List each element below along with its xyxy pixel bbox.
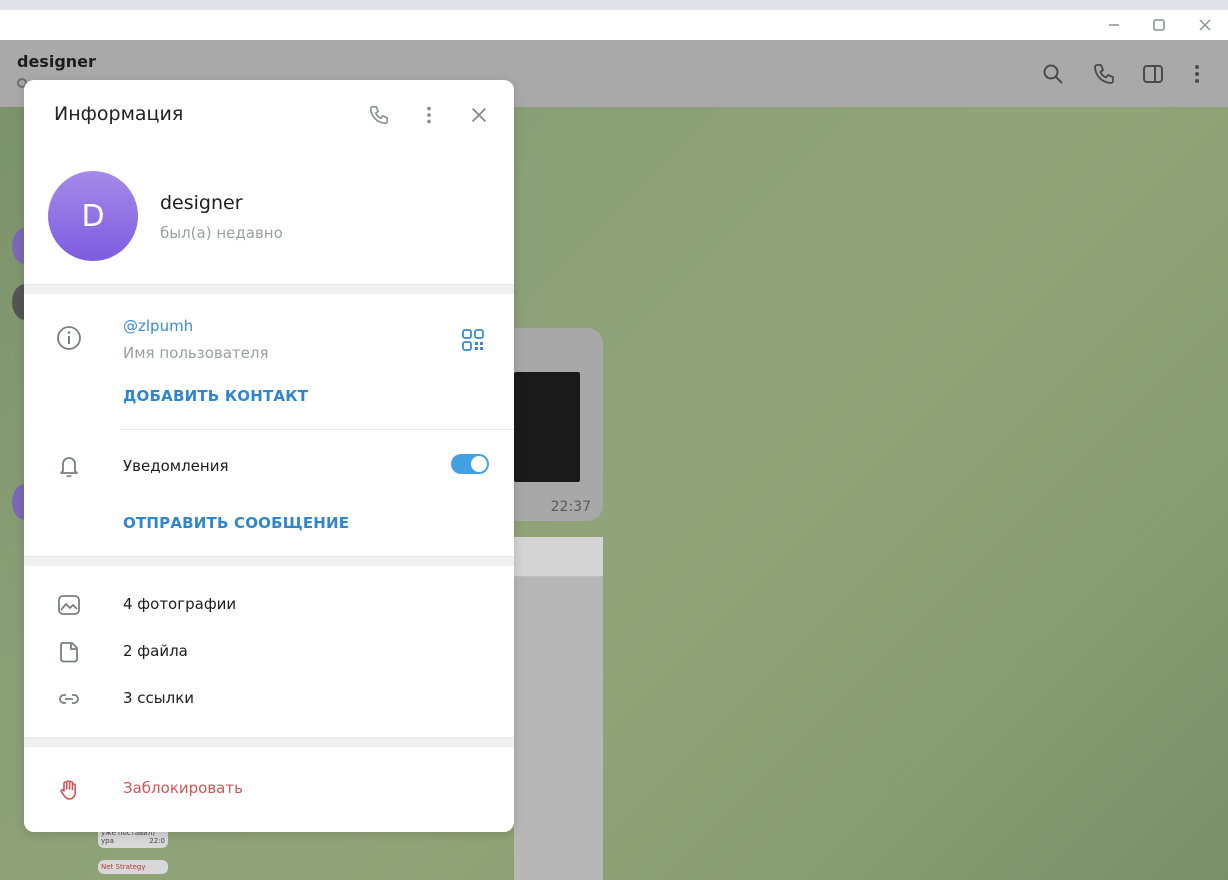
message-time: 22:37 bbox=[550, 499, 591, 515]
qr-code-icon[interactable] bbox=[460, 327, 486, 353]
profile-status: был(а) недавно bbox=[160, 224, 283, 242]
media-files-item[interactable]: 2 файла bbox=[123, 642, 188, 660]
system-strip bbox=[0, 0, 1228, 10]
notifications-toggle[interactable] bbox=[451, 454, 489, 474]
toggle-knob bbox=[471, 456, 487, 472]
link-icon bbox=[54, 684, 84, 714]
profile-name: designer bbox=[160, 192, 243, 214]
close-icon[interactable] bbox=[465, 101, 493, 129]
section-divider bbox=[24, 284, 514, 294]
username-label: Имя пользователя bbox=[123, 344, 269, 362]
media-links-item[interactable]: 3 ссылки bbox=[123, 689, 194, 707]
minimize-button[interactable] bbox=[1103, 14, 1125, 36]
close-window-button[interactable] bbox=[1194, 14, 1216, 36]
embedded-screenshot bbox=[514, 537, 603, 880]
call-icon[interactable] bbox=[365, 101, 393, 129]
send-message-button[interactable]: ОТПРАВИТЬ СООБЩЕНИЕ bbox=[123, 514, 349, 532]
chat-title[interactable]: designer bbox=[17, 52, 96, 71]
info-icon bbox=[54, 323, 84, 353]
section-divider bbox=[24, 556, 514, 566]
message-image[interactable] bbox=[514, 372, 580, 482]
add-contact-button[interactable]: ДОБАВИТЬ КОНТАКТ bbox=[123, 387, 308, 405]
hand-stop-icon bbox=[54, 775, 84, 805]
more-vertical-icon[interactable] bbox=[415, 101, 443, 129]
media-photos-item[interactable]: 4 фотографии bbox=[123, 595, 236, 613]
panel-title: Информация bbox=[54, 103, 184, 125]
block-user-button[interactable]: Заблокировать bbox=[123, 779, 243, 797]
call-icon[interactable] bbox=[1090, 60, 1118, 88]
mini-bubble: Net Strategy bbox=[98, 860, 168, 874]
bell-icon bbox=[54, 451, 84, 481]
username-link[interactable]: @zlpumh bbox=[123, 317, 193, 335]
mini-bubble-time: 22:0 bbox=[149, 837, 165, 845]
maximize-button[interactable] bbox=[1148, 14, 1170, 36]
info-panel: Информация D designer был(а) недавно @zl… bbox=[24, 80, 514, 832]
row-separator bbox=[120, 429, 514, 430]
search-icon[interactable] bbox=[1039, 60, 1067, 88]
section-divider bbox=[24, 737, 514, 747]
mini-bubble-text: Net Strategy bbox=[101, 863, 146, 871]
sidebar-toggle-icon[interactable] bbox=[1139, 60, 1167, 88]
image-message-bubble[interactable]: 22:37 bbox=[500, 328, 603, 521]
file-icon bbox=[54, 637, 84, 667]
embedded-header bbox=[514, 537, 603, 577]
window-titlebar bbox=[0, 10, 1228, 40]
more-vertical-icon[interactable] bbox=[1183, 60, 1211, 88]
photo-icon bbox=[54, 590, 84, 620]
avatar[interactable]: D bbox=[48, 171, 138, 261]
notifications-label: Уведомления bbox=[123, 457, 229, 475]
avatar-letter: D bbox=[81, 198, 105, 234]
